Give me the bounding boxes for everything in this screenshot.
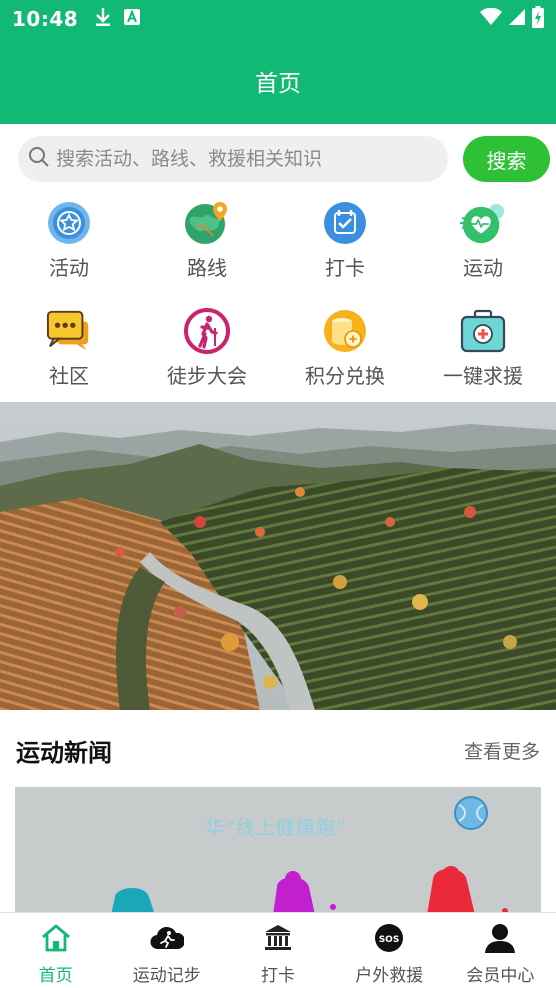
page-title: 首页 bbox=[255, 71, 301, 97]
grid-item-label: 打卡 bbox=[325, 256, 365, 280]
banner-carousel[interactable] bbox=[0, 402, 556, 710]
tab-outdoor-rescue[interactable]: SOS 户外救援 bbox=[334, 913, 445, 988]
tab-member-center[interactable]: 会员中心 bbox=[445, 913, 556, 988]
grid-item-community[interactable]: 社区 bbox=[0, 308, 138, 398]
search-input[interactable] bbox=[56, 148, 426, 170]
chat-bubbles-icon bbox=[46, 308, 92, 354]
landmark-icon bbox=[261, 921, 295, 955]
download-icon bbox=[94, 7, 112, 31]
tea-terrace-landscape-photo bbox=[0, 402, 556, 710]
view-more-link[interactable]: 查看更多 bbox=[464, 737, 540, 764]
grid-item-label: 运动 bbox=[463, 256, 503, 280]
tab-label: 户外救援 bbox=[355, 966, 424, 986]
news-section-title: 运动新闻 bbox=[16, 738, 112, 767]
grid-item-label: 一键求援 bbox=[443, 364, 523, 388]
hiker-icon bbox=[184, 308, 230, 354]
grid-item-label: 路线 bbox=[187, 256, 227, 280]
app-bar: 首页 bbox=[0, 38, 556, 124]
a-icon bbox=[124, 9, 141, 29]
running-cloud-icon bbox=[150, 921, 184, 955]
battery-charging-icon bbox=[532, 6, 544, 32]
user-icon bbox=[483, 921, 517, 955]
grid-item-checkin[interactable]: 打卡 bbox=[276, 200, 414, 290]
tab-label: 打卡 bbox=[261, 966, 295, 986]
tab-label: 首页 bbox=[38, 966, 73, 986]
grid-item-sos-help[interactable]: 一键求援 bbox=[414, 308, 552, 398]
calendar-check-icon bbox=[322, 200, 368, 246]
tab-home[interactable]: 首页 bbox=[0, 913, 111, 988]
coins-icon bbox=[322, 308, 368, 354]
bottom-tab-bar: 首页 运动记步 打卡 SOS 户外救援 会员中心 bbox=[0, 912, 556, 988]
news-header: 运动新闻 查看更多 bbox=[0, 722, 556, 778]
home-icon bbox=[39, 921, 73, 955]
tab-checkin[interactable]: 打卡 bbox=[222, 913, 333, 988]
grid-item-route[interactable]: 路线 bbox=[138, 200, 276, 290]
runners-illustration bbox=[111, 866, 508, 915]
status-bar: 10:48 bbox=[0, 0, 556, 38]
star-badge-icon bbox=[46, 200, 92, 246]
wifi-icon bbox=[480, 7, 502, 30]
grid-item-sport[interactable]: 运动 bbox=[414, 200, 552, 290]
first-aid-kit-icon bbox=[460, 308, 506, 354]
quick-grid: 活动 路线 打卡 运动 社区 徒步大会 积分兑换 一键求援 bbox=[0, 196, 556, 401]
search-row: 搜索 bbox=[0, 124, 556, 194]
search-button[interactable]: 搜索 bbox=[463, 136, 550, 182]
grid-item-points-exchange[interactable]: 积分兑换 bbox=[276, 308, 414, 398]
grid-item-label: 徒步大会 bbox=[167, 364, 247, 388]
map-globe-icon bbox=[184, 200, 230, 246]
news-card-image[interactable]: 华“线上健康跑” bbox=[15, 787, 541, 915]
svg-text:SOS: SOS bbox=[379, 935, 400, 945]
sos-icon: SOS bbox=[372, 921, 406, 955]
tab-label: 运动记步 bbox=[132, 966, 201, 986]
tab-label: 会员中心 bbox=[466, 966, 535, 986]
search-icon bbox=[28, 146, 50, 172]
grid-item-activity[interactable]: 活动 bbox=[0, 200, 138, 290]
grid-item-hiking-event[interactable]: 徒步大会 bbox=[138, 308, 276, 398]
search-box[interactable] bbox=[18, 136, 448, 182]
status-time: 10:48 bbox=[12, 7, 79, 31]
grid-item-label: 积分兑换 bbox=[305, 364, 385, 388]
signal-icon bbox=[508, 8, 526, 30]
grid-item-label: 活动 bbox=[49, 256, 89, 280]
grid-item-label: 社区 bbox=[49, 364, 89, 388]
tab-step-counter[interactable]: 运动记步 bbox=[111, 913, 222, 988]
heart-rate-icon bbox=[460, 200, 506, 246]
